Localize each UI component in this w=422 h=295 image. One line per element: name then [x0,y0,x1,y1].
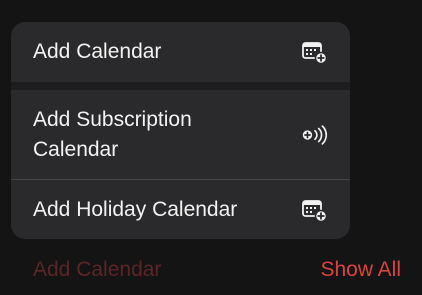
subscription-broadcast-icon [300,121,328,149]
menu-item-label: Add Subscription Calendar [33,108,192,161]
calendar-add-icon [300,196,328,224]
add-calendar-menu: Add Calendar Add Subscription Calendar A… [11,22,350,239]
add-calendar-button[interactable]: Add Calendar [33,258,161,282]
bottom-toolbar: Add Calendar Show All [0,250,422,290]
calendar-add-icon [300,38,328,66]
menu-item-label: Add Calendar [33,40,162,63]
menu-item-add-holiday-calendar[interactable]: Add Holiday Calendar [11,180,350,239]
menu-section-gap [11,82,350,90]
menu-item-add-subscription-calendar[interactable]: Add Subscription Calendar [11,90,350,180]
calendars-screen: Add Calendar Add Subscription Calendar A… [0,0,422,295]
show-all-button[interactable]: Show All [320,258,401,282]
menu-item-add-calendar[interactable]: Add Calendar [11,22,350,82]
menu-item-label: Add Holiday Calendar [33,197,238,221]
